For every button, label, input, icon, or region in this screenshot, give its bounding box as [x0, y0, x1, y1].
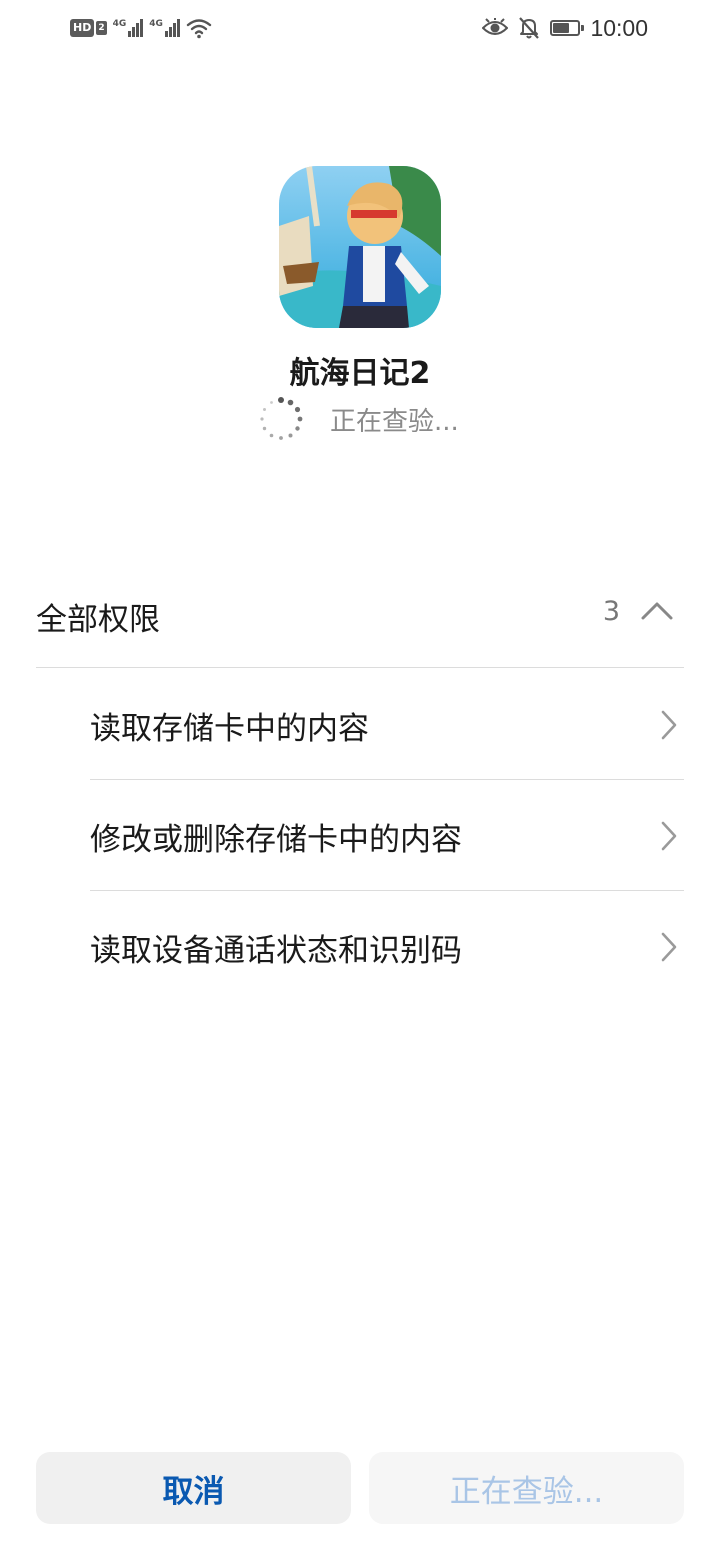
network-type-label: 4G — [149, 19, 163, 29]
permission-item-modify-storage[interactable]: 修改或删除存储卡中的内容 — [90, 780, 684, 891]
permissions-count: 3 — [602, 596, 620, 627]
app-name: 航海日记2 — [289, 356, 431, 391]
cellular-signal-icon-1: 4G — [113, 19, 144, 37]
chevron-right-icon — [661, 932, 677, 962]
all-permissions-toggle[interactable]: 全部权限 3 — [36, 570, 684, 668]
status-bar-right: 10:00 — [482, 14, 648, 42]
verification-status: 正在查验... — [258, 396, 459, 442]
cancel-button[interactable]: 取消 — [36, 1452, 351, 1524]
chevron-up-icon — [641, 602, 673, 620]
loading-spinner-icon — [260, 397, 303, 440]
hd-voice-icon: HD 2 — [70, 19, 107, 37]
permission-label: 修改或删除存储卡中的内容 — [90, 822, 462, 858]
mute-bell-icon — [519, 17, 540, 39]
verification-status-text: 正在查验... — [330, 406, 459, 437]
wifi-icon — [186, 19, 212, 39]
network-type-label: 4G — [112, 19, 127, 29]
status-bar-left: HD 2 4G 4G — [70, 14, 212, 42]
permissions-title: 全部权限 — [36, 602, 160, 638]
install-button-disabled[interactable]: 正在查验... — [369, 1452, 684, 1524]
battery-icon — [550, 20, 585, 36]
permission-label: 读取设备通话状态和识别码 — [90, 933, 462, 969]
hd-label: HD — [70, 19, 95, 37]
eye-comfort-icon — [482, 18, 509, 35]
permission-item-phone-state[interactable]: 读取设备通话状态和识别码 — [90, 891, 684, 1002]
permission-item-read-storage[interactable]: 读取存储卡中的内容 — [90, 669, 684, 780]
permissions-list: 读取存储卡中的内容 修改或删除存储卡中的内容 读取设备通话状态和识别码 — [90, 669, 684, 1002]
chevron-right-icon — [661, 821, 677, 851]
cellular-signal-icon-2: 4G — [149, 19, 180, 37]
permission-label: 读取存储卡中的内容 — [90, 711, 369, 747]
chevron-right-icon — [661, 710, 677, 740]
status-bar: HD 2 4G 4G 10:00 — [0, 0, 720, 56]
sim-label: 2 — [96, 21, 107, 35]
clock: 10:00 — [590, 14, 648, 41]
app-icon — [279, 166, 441, 328]
